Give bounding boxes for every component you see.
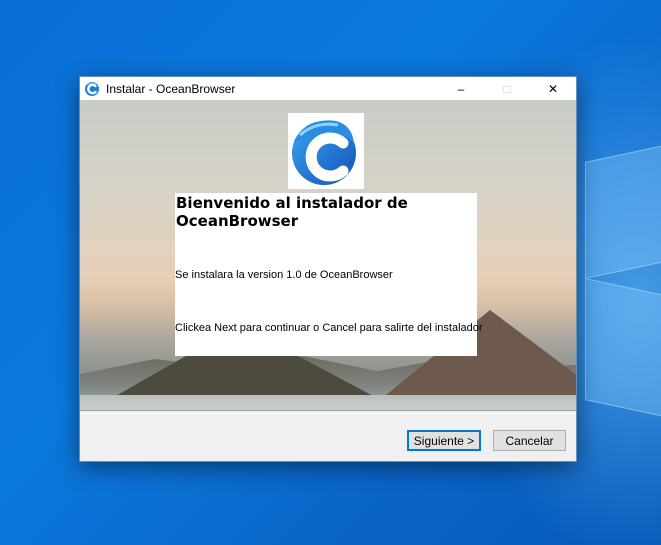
- windows-logo-pane: [585, 138, 661, 279]
- next-button[interactable]: Siguiente >: [407, 430, 481, 451]
- minimize-button[interactable]: –: [438, 77, 484, 100]
- instructions-text: Clickea Next para continuar o Cancel par…: [175, 322, 483, 334]
- window-title: Instalar - OceanBrowser: [106, 81, 236, 96]
- welcome-heading: Bienvenido al instalador de OceanBrowser: [176, 194, 408, 230]
- oceanbrowser-logo: [288, 113, 364, 189]
- version-text: Se instalara la version 1.0 de OceanBrow…: [175, 269, 393, 281]
- oceanbrowser-logo-icon: [85, 81, 99, 96]
- maximize-button: □: [503, 81, 511, 96]
- installer-window: Instalar - OceanBrowser – □ ✕ Bienvenido…: [79, 76, 577, 462]
- cancel-button[interactable]: Cancelar: [493, 430, 566, 451]
- close-button[interactable]: ✕: [530, 77, 576, 100]
- installer-content: Bienvenido al instalador de OceanBrowser…: [80, 100, 576, 410]
- title-bar[interactable]: Instalar - OceanBrowser – □ ✕: [80, 77, 576, 100]
- welcome-panel: Bienvenido al instalador de OceanBrowser…: [175, 193, 483, 356]
- background-water: [80, 395, 576, 410]
- windows-logo-pane: [585, 278, 661, 424]
- desktop-background: Instalar - OceanBrowser – □ ✕ Bienvenido…: [0, 0, 661, 545]
- footer-separator: [80, 410, 576, 414]
